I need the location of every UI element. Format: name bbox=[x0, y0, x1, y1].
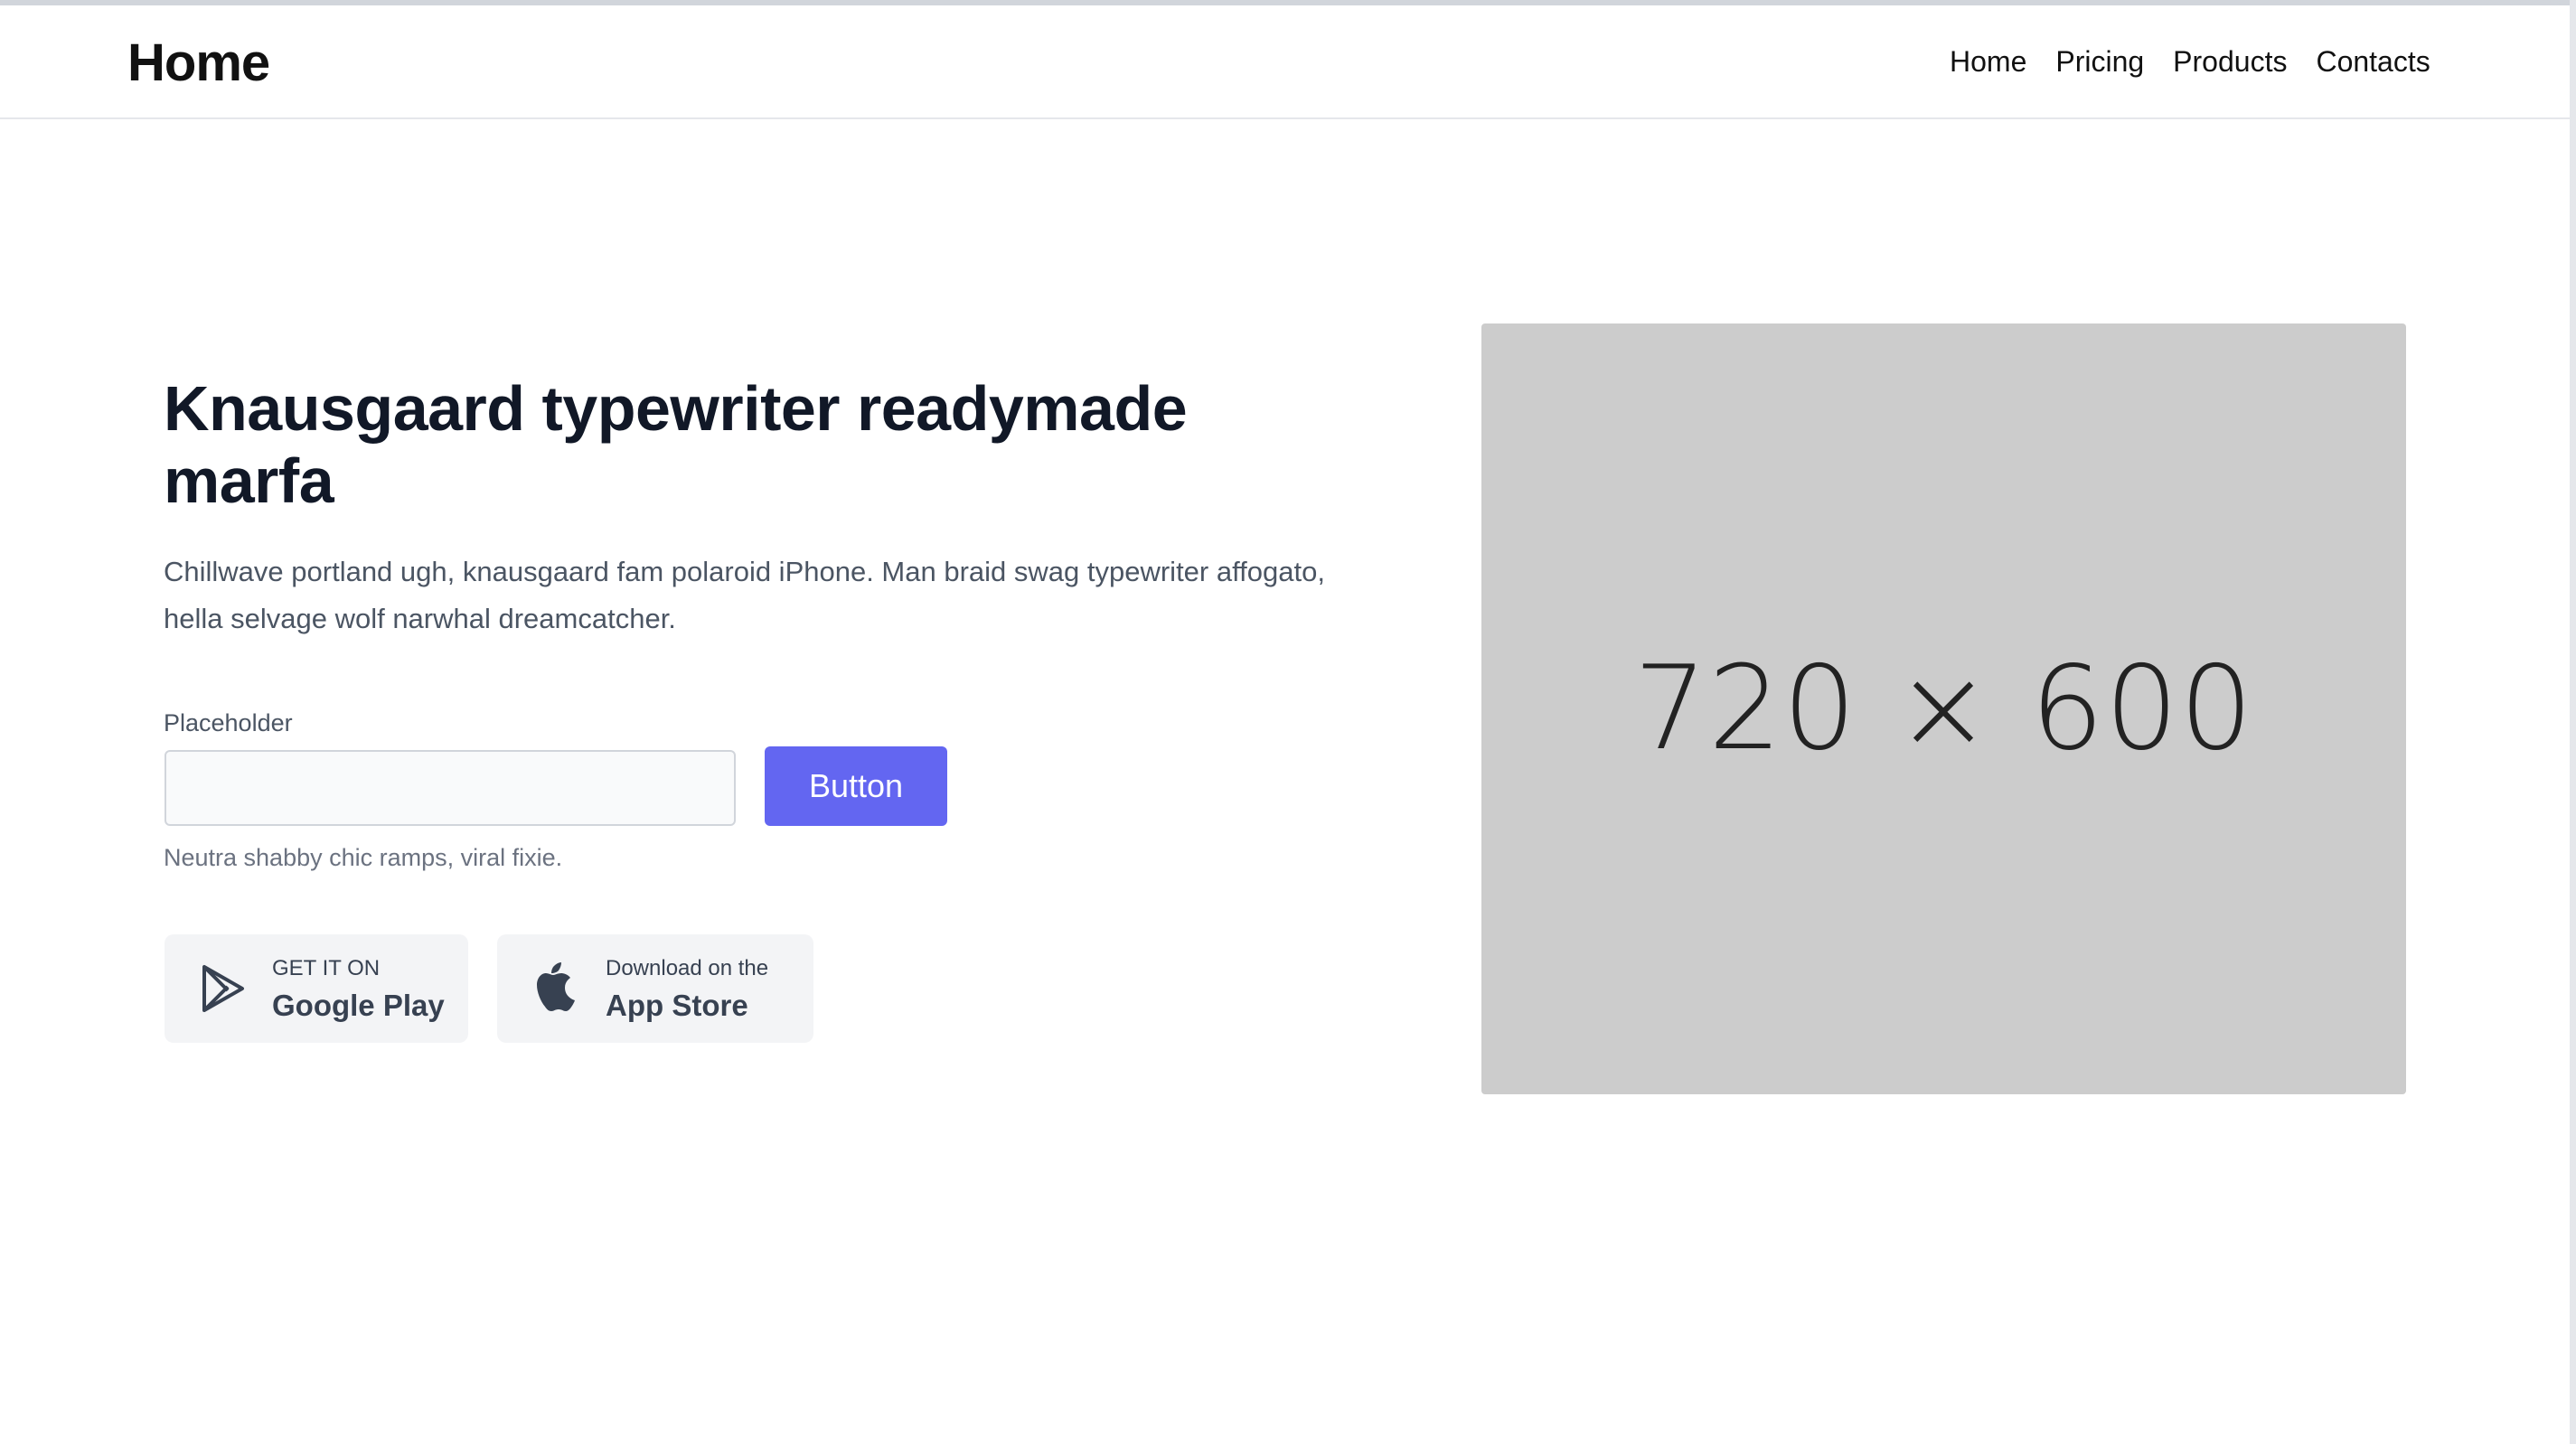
google-play-icon bbox=[202, 965, 244, 1012]
nav-link-pricing[interactable]: Pricing bbox=[2055, 45, 2144, 79]
site-header: Home Home Pricing Products Contacts bbox=[0, 5, 2576, 119]
app-store-small-text: Download on the bbox=[606, 956, 769, 980]
app-store-button[interactable]: Download on the App Store bbox=[497, 934, 813, 1043]
text-input[interactable] bbox=[165, 750, 736, 826]
submit-button[interactable]: Button bbox=[765, 746, 947, 826]
window-right-border bbox=[2570, 0, 2576, 1444]
hero-title: Knausgaard typewriter readymade marfa bbox=[164, 373, 1188, 516]
input-label: Placeholder bbox=[164, 709, 293, 736]
image-dimensions-text: 720 × 600 bbox=[1633, 642, 2254, 776]
hero-image-placeholder: 720 × 600 bbox=[1481, 323, 2406, 1094]
hero-description: Chillwave portland ugh, knausgaard fam p… bbox=[164, 556, 1325, 634]
nav-link-products[interactable]: Products bbox=[2173, 45, 2287, 79]
nav-link-home[interactable]: Home bbox=[1950, 45, 2026, 79]
google-play-small-text: GET IT ON bbox=[272, 956, 381, 980]
brand-logo[interactable]: Home bbox=[127, 33, 270, 93]
apple-icon bbox=[537, 962, 575, 1011]
nav-link-contacts[interactable]: Contacts bbox=[2316, 45, 2430, 79]
helper-text: Neutra shabby chic ramps, viral fixie. bbox=[164, 844, 563, 871]
main-nav: Home Pricing Products Contacts bbox=[1950, 45, 2430, 79]
google-play-button[interactable]: GET IT ON Google Play bbox=[165, 934, 468, 1043]
app-store-label: App Store bbox=[606, 989, 748, 1022]
google-play-label: Google Play bbox=[272, 989, 445, 1022]
